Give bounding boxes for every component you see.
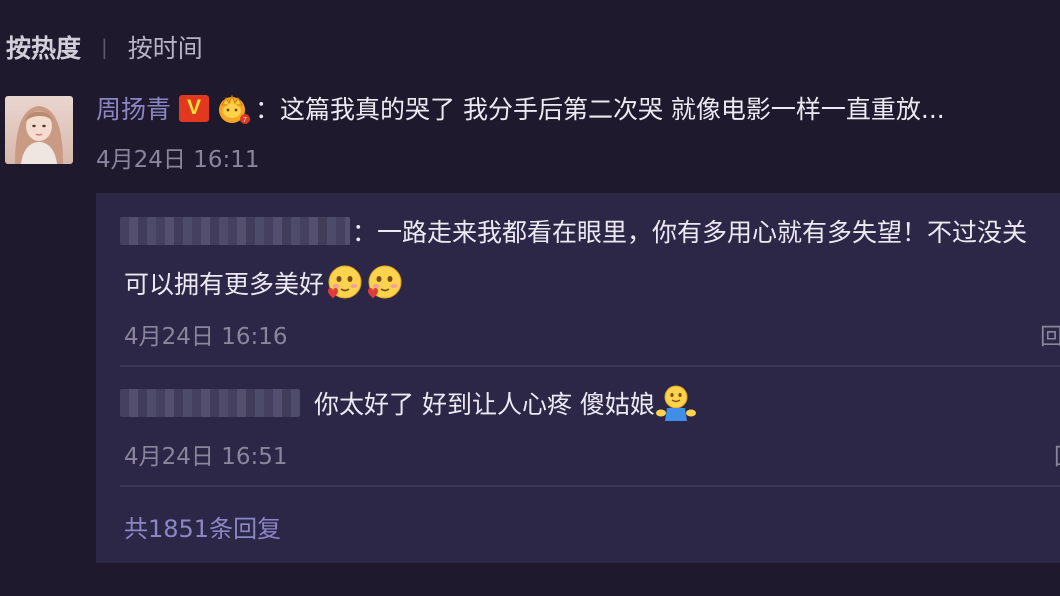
verified-badge-icon: V — [179, 94, 210, 122]
reply-text-line2: 可以拥有更多美好 — [124, 263, 404, 303]
reply-date: 4月24日 16:16 — [124, 324, 288, 350]
sort-by-time-tab[interactable]: 按时间 — [128, 29, 203, 65]
comment-username[interactable]: 周扬青 — [96, 90, 171, 126]
avatar[interactable] — [5, 96, 73, 164]
sort-by-hot-tab[interactable]: 按热度 — [6, 29, 81, 65]
reply-username-blurred[interactable] — [120, 389, 300, 417]
comment-header: 周扬青 V 7 ：这篇我真的哭了 我分手后第二次哭 就像电影一样一直重放... — [96, 88, 945, 128]
reply-date: 4月24日 16:51 — [124, 444, 288, 470]
reply-text-line2-label: 可以拥有更多美好 — [124, 270, 325, 299]
reply-text-label: 你太好了 好到让人心疼 傻姑娘 — [314, 390, 655, 419]
reply-text: 你太好了 好到让人心疼 傻姑娘 — [314, 383, 697, 423]
comment-text: ：这篇我真的哭了 我分手后第二次哭 就像电影一样一直重放... — [255, 95, 945, 124]
hug-emoji-icon — [655, 385, 696, 421]
sort-bar: 按热度 | 按时间 — [6, 30, 203, 64]
blush-heart-emoji-icon — [368, 265, 402, 299]
reply-divider — [120, 365, 1060, 367]
comment-date: 4月24日 16:11 — [96, 147, 260, 173]
reply-username-blurred[interactable] — [120, 217, 350, 245]
blush-heart-emoji-icon — [328, 265, 362, 299]
reply-panel: ：一路走来我都看在眼里，你有多用心就有多失望！不过没关 可以拥有更多美好 4月2… — [96, 193, 1060, 563]
crown-badge-icon: 7 — [219, 94, 251, 124]
view-all-replies-link[interactable]: 共1851条回复 — [124, 509, 281, 544]
svg-text:7: 7 — [243, 117, 247, 124]
reply-divider — [120, 485, 1060, 487]
sort-separator: | — [101, 35, 108, 59]
reply-button[interactable]: 回 — [1054, 437, 1060, 471]
reply-button[interactable]: 回 — [1040, 317, 1060, 351]
reply-text-line1: ：一路走来我都看在眼里，你有多用心就有多失望！不过没关 — [352, 218, 1028, 247]
